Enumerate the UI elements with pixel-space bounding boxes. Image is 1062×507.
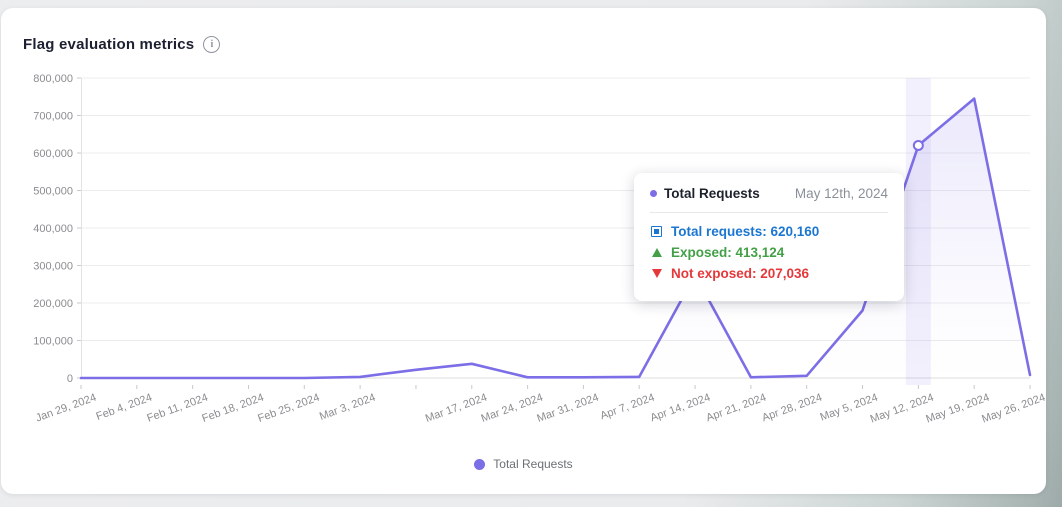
tooltip-metric-row: Total requests: 620,160 [650, 224, 888, 239]
legend-series-dot [474, 459, 485, 470]
y-tick-label: 300,000 [33, 260, 73, 272]
x-tick-label: Feb 18, 2024 [200, 392, 265, 425]
active-point-marker[interactable] [914, 141, 923, 150]
y-tick-label: 700,000 [33, 110, 73, 122]
y-tick-label: 200,000 [33, 298, 73, 310]
y-tick-label: 600,000 [33, 148, 73, 160]
x-tick-label: May 19, 2024 [924, 392, 991, 426]
y-tick-label: 100,000 [33, 335, 73, 347]
tooltip-divider [650, 212, 888, 213]
tooltip-date: May 12th, 2024 [795, 186, 888, 201]
series-dot-icon [650, 190, 657, 197]
x-tick-label: Mar 3, 2024 [318, 392, 377, 423]
x-tick-label: Feb 4, 2024 [95, 392, 154, 423]
x-tick-label: Apr 21, 2024 [705, 392, 768, 425]
triangle-up-icon [650, 248, 663, 257]
y-tick-label: 800,000 [33, 73, 73, 85]
y-tick-label: 500,000 [33, 185, 73, 197]
x-tick-label: Apr 28, 2024 [760, 392, 823, 425]
x-tick-label: Apr 14, 2024 [649, 392, 712, 425]
square-icon [650, 226, 663, 237]
tooltip-series-label: Total Requests [664, 186, 760, 201]
x-tick-label: Feb 25, 2024 [256, 392, 321, 425]
x-tick-label: Mar 24, 2024 [480, 392, 545, 425]
x-tick-label: Apr 7, 2024 [599, 392, 657, 423]
legend-series-label: Total Requests [493, 457, 572, 471]
x-tick-label: May 12, 2024 [869, 392, 936, 426]
tooltip-metric-text: Total requests: 620,160 [671, 224, 819, 239]
legend[interactable]: Total Requests [1, 457, 1046, 471]
x-tick-label: May 26, 2024 [980, 392, 1046, 426]
x-tick-label: Jan 29, 2024 [34, 392, 98, 425]
triangle-down-icon [650, 269, 663, 278]
tooltip-metric-row: Exposed: 413,124 [650, 245, 888, 260]
tooltip-metric-text: Not exposed: 207,036 [671, 266, 809, 281]
tooltip-metric-row: Not exposed: 207,036 [650, 266, 888, 281]
x-tick-label: Feb 11, 2024 [145, 392, 209, 425]
chart-tooltip: Total Requests May 12th, 2024 Total requ… [634, 173, 904, 301]
tooltip-header: Total Requests May 12th, 2024 [650, 186, 888, 201]
y-tick-label: 400,000 [33, 223, 73, 235]
flag-metrics-card: Flag evaluation metrics i 0100,000200,00… [1, 8, 1046, 494]
x-tick-label: Mar 31, 2024 [535, 392, 600, 425]
tooltip-metric-text: Exposed: 413,124 [671, 245, 784, 260]
tooltip-metrics: Total requests: 620,160 Exposed: 413,124 N… [650, 224, 888, 281]
y-tick-label: 0 [67, 373, 73, 385]
x-tick-label: Mar 17, 2024 [424, 392, 489, 425]
